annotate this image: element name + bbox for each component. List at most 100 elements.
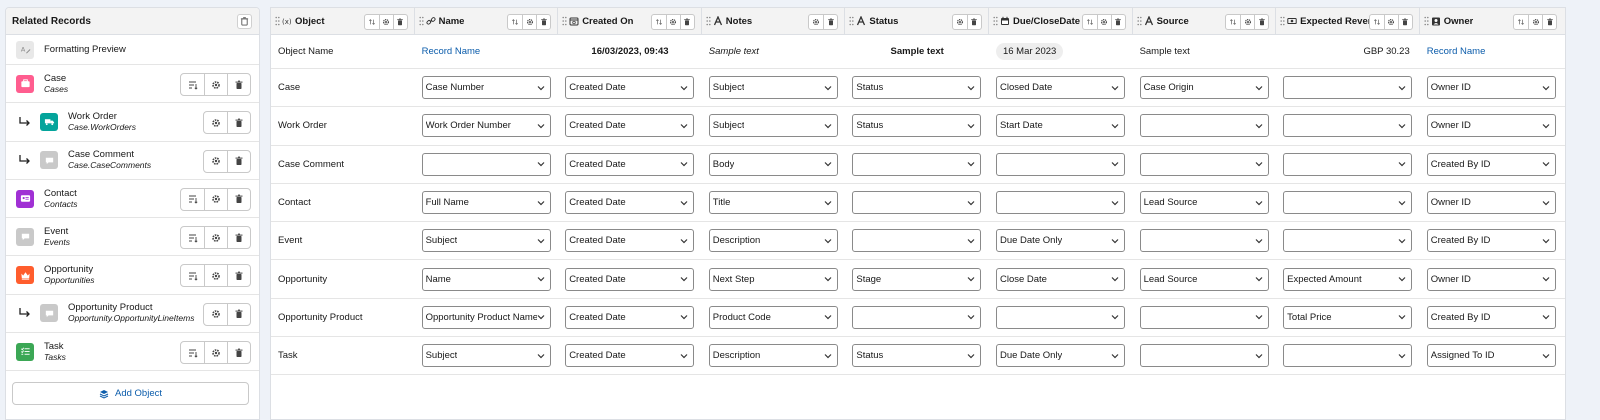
- drag-handle-icon[interactable]: [993, 16, 998, 26]
- field-select-owner[interactable]: Created By ID: [1426, 152, 1556, 176]
- column-settings-button[interactable]: [378, 15, 393, 29]
- settings-button[interactable]: [204, 188, 227, 210]
- sort-button[interactable]: [181, 74, 204, 95]
- related-object-contact[interactable]: Contact Contacts: [6, 180, 259, 219]
- column-delete-button[interactable]: [1254, 15, 1268, 29]
- field-select-created-on[interactable]: Created Date: [565, 152, 695, 176]
- field-select-status[interactable]: Stage: [852, 267, 982, 291]
- delete-button[interactable]: [227, 342, 250, 364]
- formatting-preview-item[interactable]: A Formatting Preview: [6, 35, 259, 65]
- field-select-status[interactable]: [852, 305, 982, 329]
- field-select-owner[interactable]: Owner ID: [1426, 191, 1556, 215]
- related-object-case[interactable]: Case Cases: [6, 65, 259, 104]
- field-select-source[interactable]: [1139, 114, 1269, 138]
- related-object-event[interactable]: Event Events: [6, 218, 259, 257]
- field-select-owner[interactable]: Owner ID: [1426, 114, 1556, 138]
- field-select-status[interactable]: [852, 152, 982, 176]
- field-select-notes[interactable]: Description: [708, 344, 838, 368]
- field-select-notes[interactable]: Subject: [708, 76, 838, 100]
- column-delete-button[interactable]: [536, 15, 550, 29]
- field-select-expected-revenue[interactable]: [1283, 191, 1413, 215]
- drag-handle-icon[interactable]: [275, 16, 280, 26]
- column-settings-button[interactable]: [1528, 15, 1542, 29]
- column-settings-button[interactable]: [1240, 15, 1254, 29]
- column-settings-button[interactable]: [953, 15, 967, 29]
- field-select-expected-revenue[interactable]: [1283, 229, 1413, 253]
- field-select-due-closedate[interactable]: Close Date: [995, 267, 1125, 291]
- add-object-button[interactable]: Add Object: [12, 382, 249, 405]
- field-select-due-closedate[interactable]: Due Date Only: [995, 229, 1125, 253]
- field-select-name[interactable]: Work Order Number: [421, 114, 551, 138]
- field-select-source[interactable]: [1139, 305, 1269, 329]
- field-select-expected-revenue[interactable]: Total Price: [1283, 305, 1413, 329]
- field-select-due-closedate[interactable]: [995, 152, 1125, 176]
- field-select-owner[interactable]: Assigned To ID: [1426, 344, 1556, 368]
- sort-button[interactable]: [181, 265, 204, 286]
- field-select-status[interactable]: Status: [852, 344, 982, 368]
- delete-button[interactable]: [227, 188, 250, 210]
- field-select-name[interactable]: Name: [421, 267, 551, 291]
- field-select-notes[interactable]: Description: [708, 229, 838, 253]
- drag-handle-icon[interactable]: [706, 16, 711, 26]
- field-select-owner[interactable]: Created By ID: [1426, 229, 1556, 253]
- drag-handle-icon[interactable]: [1424, 16, 1429, 26]
- field-select-created-on[interactable]: Created Date: [565, 305, 695, 329]
- field-select-notes[interactable]: Title: [708, 191, 838, 215]
- field-select-name[interactable]: Subject: [421, 229, 551, 253]
- column-settings-button[interactable]: [1096, 15, 1111, 29]
- field-select-created-on[interactable]: Created Date: [565, 191, 695, 215]
- delete-button[interactable]: [227, 265, 250, 287]
- field-select-due-closedate[interactable]: [995, 305, 1125, 329]
- field-select-created-on[interactable]: Created Date: [565, 114, 695, 138]
- field-select-name[interactable]: Full Name: [421, 191, 551, 215]
- column-delete-button[interactable]: [1542, 15, 1556, 29]
- drag-handle-icon[interactable]: [1136, 16, 1142, 26]
- field-select-status[interactable]: Status: [852, 114, 982, 138]
- delete-button[interactable]: [227, 150, 250, 172]
- field-select-status[interactable]: [852, 229, 982, 253]
- related-object-work-order[interactable]: Work Order Case.WorkOrders: [6, 103, 259, 142]
- field-select-notes[interactable]: Body: [708, 152, 838, 176]
- field-select-due-closedate[interactable]: Due Date Only: [995, 344, 1125, 368]
- sort-button[interactable]: [181, 227, 204, 248]
- field-select-expected-revenue[interactable]: [1283, 152, 1413, 176]
- drag-handle-icon[interactable]: [418, 16, 424, 26]
- field-select-owner[interactable]: Created By ID: [1426, 305, 1556, 329]
- settings-button[interactable]: [204, 304, 227, 325]
- clear-all-button[interactable]: [237, 13, 252, 29]
- field-select-notes[interactable]: Next Step: [708, 267, 838, 291]
- column-delete-button[interactable]: [1397, 15, 1412, 29]
- reorder-button[interactable]: [508, 15, 522, 29]
- sort-button[interactable]: [181, 189, 204, 210]
- field-select-source[interactable]: [1139, 152, 1269, 176]
- reorder-button[interactable]: [1514, 15, 1528, 29]
- field-select-source[interactable]: Lead Source: [1139, 191, 1269, 215]
- field-select-source[interactable]: [1139, 229, 1269, 253]
- field-select-name[interactable]: [421, 152, 551, 176]
- field-select-notes[interactable]: Subject: [708, 114, 838, 138]
- column-delete-button[interactable]: [392, 15, 407, 29]
- delete-button[interactable]: [227, 227, 250, 249]
- settings-button[interactable]: [204, 112, 227, 133]
- delete-button[interactable]: [227, 112, 250, 134]
- field-select-notes[interactable]: Product Code: [708, 305, 838, 329]
- reorder-button[interactable]: [1370, 15, 1384, 29]
- settings-button[interactable]: [204, 227, 227, 249]
- field-select-created-on[interactable]: Created Date: [565, 267, 695, 291]
- column-delete-button[interactable]: [679, 15, 694, 29]
- related-object-task[interactable]: Task Tasks: [6, 333, 259, 372]
- column-delete-button[interactable]: [1110, 15, 1125, 29]
- reorder-button[interactable]: [1226, 15, 1240, 29]
- field-select-name[interactable]: Case Number: [421, 76, 551, 100]
- related-object-opportunity[interactable]: Opportunity Opportunities: [6, 256, 259, 295]
- preview-value[interactable]: Record Name: [422, 46, 481, 57]
- drag-handle-icon[interactable]: [562, 16, 567, 26]
- field-select-created-on[interactable]: Created Date: [565, 344, 695, 368]
- column-settings-button[interactable]: [665, 15, 680, 29]
- delete-button[interactable]: [227, 303, 250, 325]
- reorder-button[interactable]: [365, 15, 379, 29]
- field-select-source[interactable]: Lead Source: [1139, 267, 1269, 291]
- field-select-status[interactable]: [852, 191, 982, 215]
- settings-button[interactable]: [204, 342, 227, 364]
- field-select-owner[interactable]: Owner ID: [1426, 76, 1556, 100]
